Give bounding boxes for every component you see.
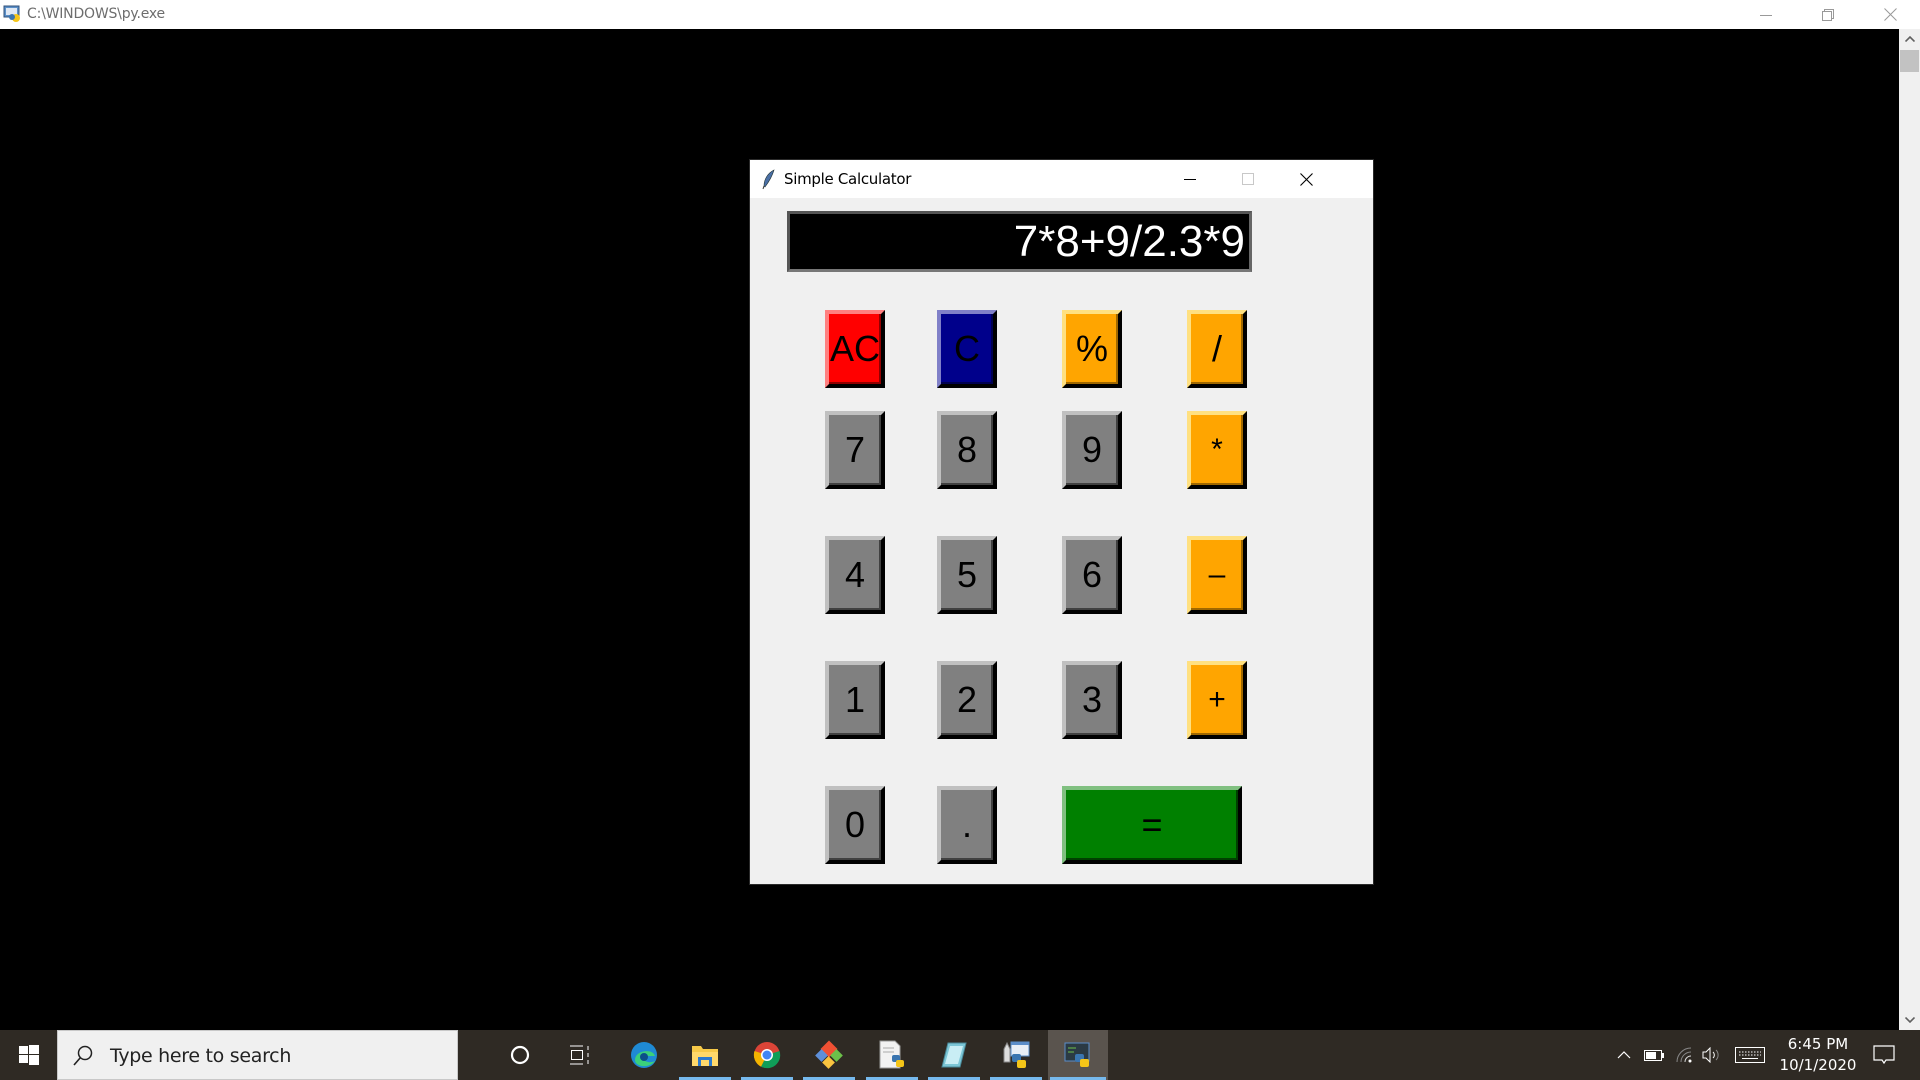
calculator-minimize-button[interactable] — [1161, 160, 1219, 198]
console-restore-button[interactable] — [1799, 0, 1857, 29]
add-button[interactable]: + — [1187, 661, 1247, 739]
digit-7-button[interactable]: 7 — [825, 411, 885, 489]
divide-button[interactable]: / — [1187, 310, 1247, 388]
close-icon — [1299, 172, 1313, 186]
python-console-icon — [1064, 1042, 1090, 1067]
digit-3-button[interactable]: 3 — [1062, 661, 1122, 739]
edge-icon — [631, 1042, 657, 1068]
chrome-icon — [753, 1042, 781, 1069]
file-explorer-icon — [692, 1046, 718, 1066]
python-console-button[interactable] — [1048, 1030, 1108, 1080]
chevron-up-icon — [1617, 1051, 1631, 1059]
git-button[interactable] — [801, 1030, 857, 1080]
scroll-down-button[interactable] — [1899, 1010, 1920, 1030]
calculator-window: Simple Calculator 7*8+9/2.3*9 AC C% / 7 8 9 * 4… — [749, 159, 1374, 885]
calculator-close-button[interactable] — [1277, 160, 1335, 198]
edge-button[interactable] — [616, 1030, 672, 1080]
touch-keyboard-icon — [1735, 1047, 1765, 1063]
minimize-icon — [1184, 179, 1196, 180]
close-icon — [1883, 8, 1897, 21]
decimal-point-button[interactable]: . — [937, 786, 997, 864]
battery-icon — [1644, 1049, 1664, 1061]
scroll-thumb[interactable] — [1900, 50, 1919, 72]
python-launcher-icon — [1003, 1041, 1030, 1068]
console-minimize-button[interactable] — [1737, 0, 1795, 29]
clear-button[interactable]: C — [937, 310, 997, 388]
equals-button[interactable]: = — [1062, 786, 1242, 864]
wifi-icon — [1676, 1047, 1692, 1063]
volume-button[interactable] — [1700, 1030, 1724, 1080]
cortana-icon — [510, 1045, 530, 1065]
network-button[interactable] — [1672, 1030, 1696, 1080]
clock-time: 6:45 PM — [1787, 1035, 1849, 1053]
chevron-up-icon — [1904, 36, 1915, 42]
digit-4-button[interactable]: 4 — [825, 536, 885, 614]
taskbar: Type here to search 6:45 PM 10/1/2020 — [0, 1030, 1920, 1080]
touch-keyboard-button[interactable] — [1733, 1030, 1767, 1080]
restore-icon — [1822, 8, 1834, 21]
digit-9-button[interactable]: 9 — [1062, 411, 1122, 489]
scroll-up-button[interactable] — [1899, 29, 1920, 49]
search-placeholder: Type here to search — [110, 1045, 292, 1067]
windows-logo-icon — [18, 1045, 39, 1065]
digit-5-button[interactable]: 5 — [937, 536, 997, 614]
digit-0-button[interactable]: 0 — [825, 786, 885, 864]
digit-6-button[interactable]: 6 — [1062, 536, 1122, 614]
task-view-button[interactable] — [552, 1030, 608, 1080]
calculator-maximize-button — [1219, 160, 1277, 198]
taskbar-clock[interactable]: 6:45 PM 10/1/2020 — [1770, 1034, 1866, 1076]
task-view-icon — [570, 1045, 589, 1065]
volume-icon — [1702, 1047, 1719, 1063]
python-launcher-button[interactable] — [988, 1030, 1044, 1080]
notification-icon — [1873, 1045, 1895, 1065]
python-file-icon — [879, 1040, 904, 1069]
taskbar-search-box[interactable]: Type here to search — [57, 1030, 458, 1080]
calculator-titlebar[interactable]: Simple Calculator — [750, 160, 1373, 198]
minimize-icon — [1760, 14, 1772, 16]
subtract-button[interactable]: – — [1187, 536, 1247, 614]
console-scrollbar[interactable] — [1899, 29, 1920, 1030]
file-explorer-button[interactable] — [677, 1030, 733, 1080]
tk-feather-icon — [762, 169, 775, 190]
notepad-icon — [941, 1042, 967, 1068]
show-hidden-icons-button[interactable] — [1612, 1030, 1636, 1080]
all-clear-button[interactable]: AC — [825, 310, 885, 388]
python-file-button[interactable] — [864, 1030, 920, 1080]
git-icon — [815, 1040, 843, 1069]
chevron-down-icon — [1904, 1017, 1915, 1023]
clock-date: 10/1/2020 — [1779, 1056, 1857, 1074]
calculator-display[interactable]: 7*8+9/2.3*9 — [787, 211, 1252, 272]
cortana-button[interactable] — [492, 1030, 548, 1080]
calculator-title: Simple Calculator — [784, 170, 912, 188]
console-title: C:\WINDOWS\py.exe — [27, 6, 165, 22]
digit-2-button[interactable]: 2 — [937, 661, 997, 739]
chrome-button[interactable] — [739, 1030, 795, 1080]
action-center-button[interactable] — [1864, 1030, 1904, 1080]
start-button[interactable] — [0, 1030, 57, 1080]
console-titlebar: C:\WINDOWS\py.exe — [0, 0, 1920, 29]
console-close-button[interactable] — [1861, 0, 1919, 29]
notepad-button[interactable] — [926, 1030, 982, 1080]
search-icon — [73, 1045, 93, 1066]
multiply-button[interactable]: * — [1187, 411, 1247, 489]
digit-8-button[interactable]: 8 — [937, 411, 997, 489]
digit-1-button[interactable]: 1 — [825, 661, 885, 739]
battery-button[interactable] — [1642, 1030, 1666, 1080]
python-console-icon — [3, 5, 20, 22]
percent-button[interactable]: % — [1062, 310, 1122, 388]
maximize-icon — [1242, 173, 1254, 185]
